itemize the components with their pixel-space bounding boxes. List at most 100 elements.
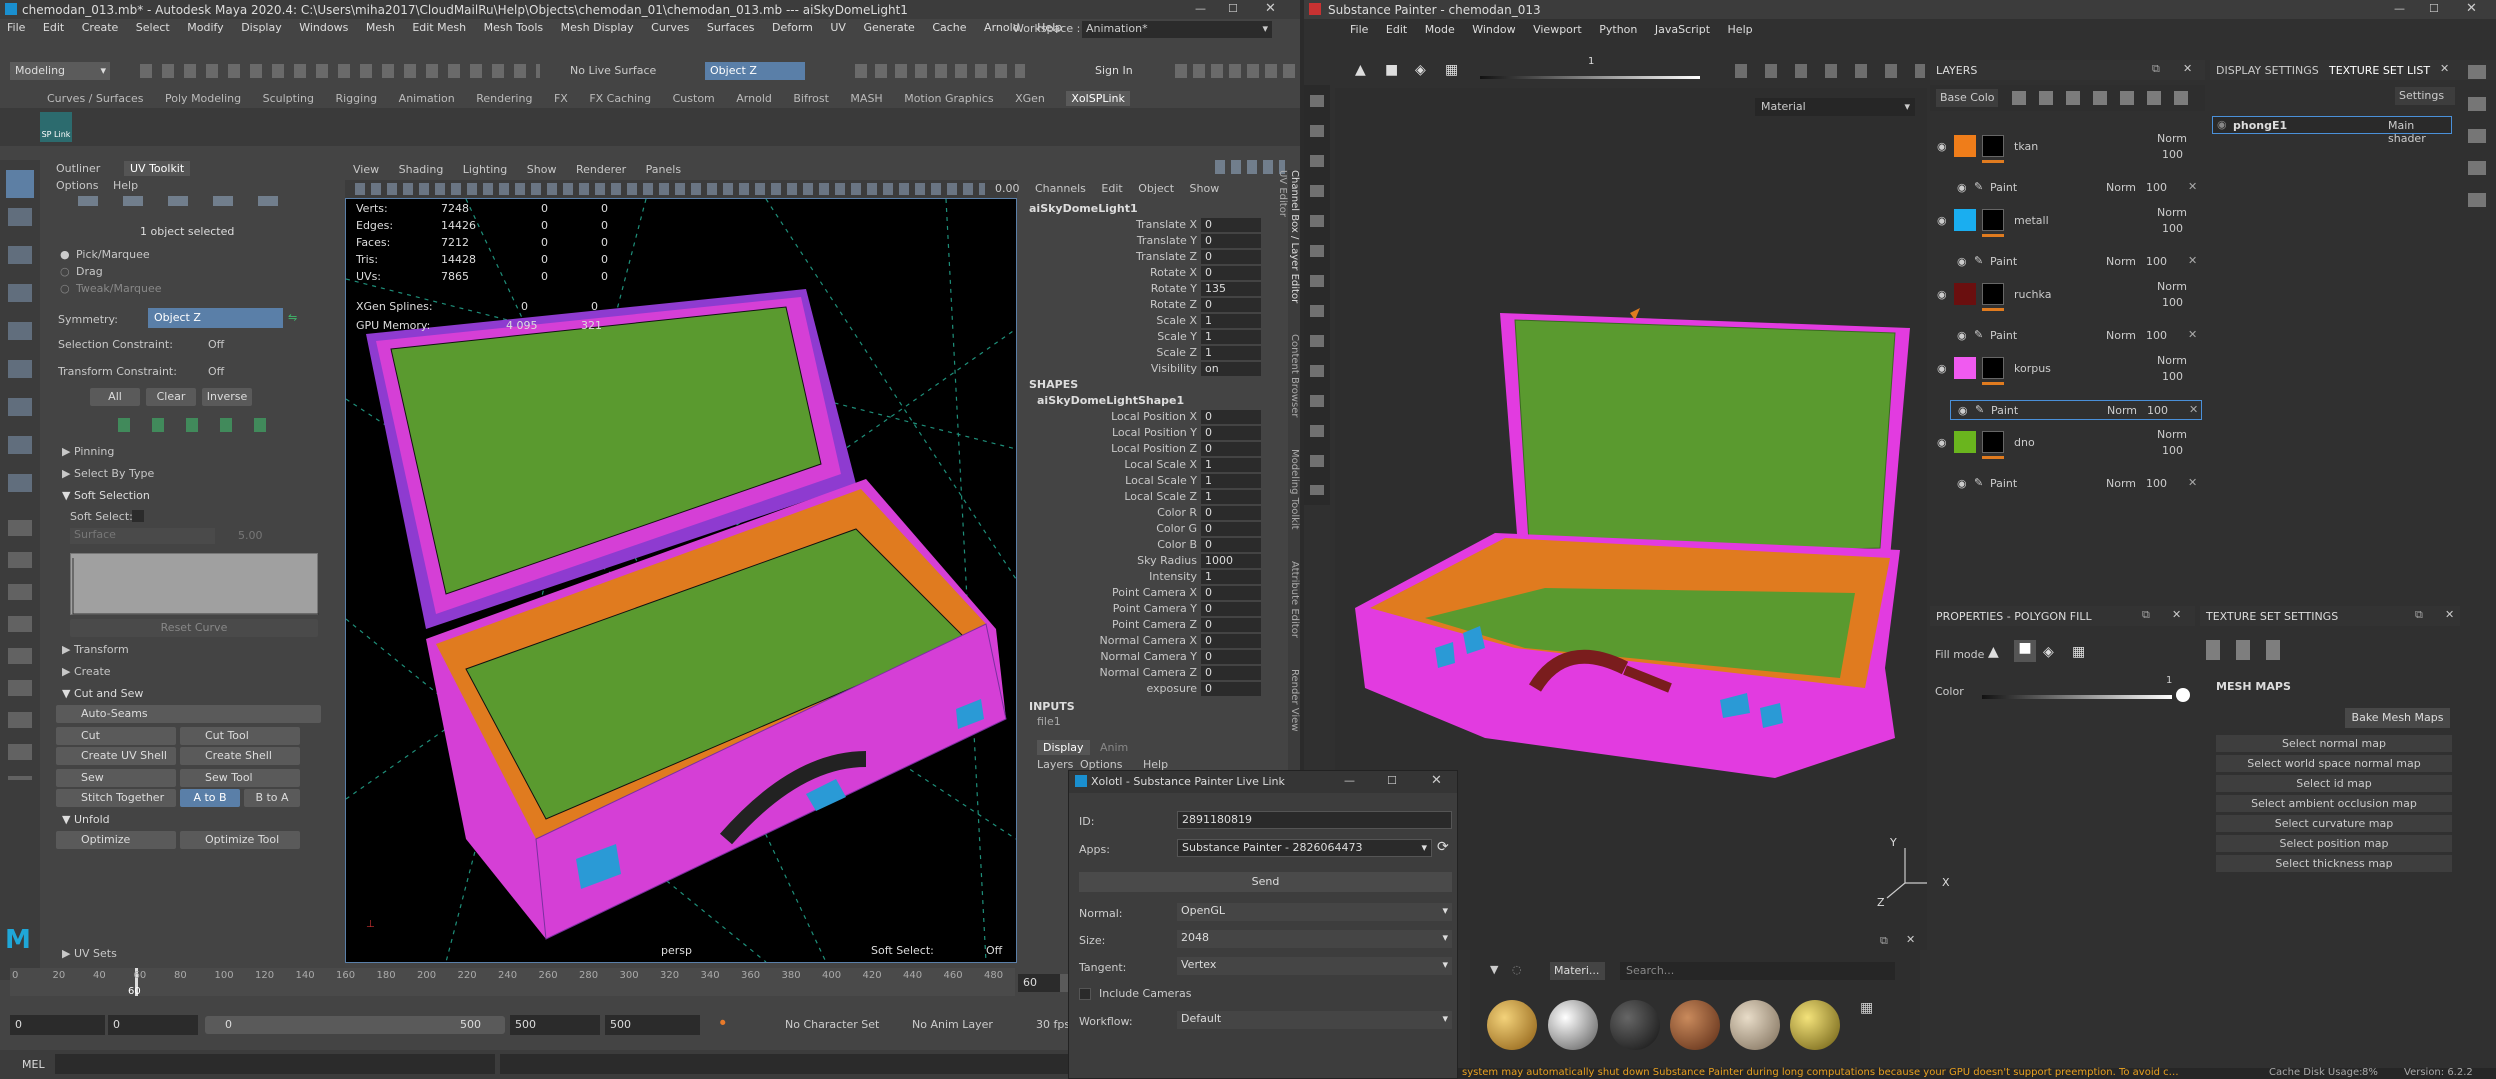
shelf-tab-fx[interactable]: FX (554, 92, 568, 105)
layer-opacity[interactable]: 100 (2162, 148, 2183, 161)
map-button[interactable]: Select normal map (2216, 735, 2452, 752)
channel-value[interactable]: 0 (1201, 426, 1261, 440)
menu-surfaces[interactable]: Surfaces (707, 21, 755, 34)
shelf-tab-sculpting[interactable]: Sculpting (263, 92, 314, 105)
sublayer-eye-icon[interactable]: ◉ (1958, 404, 1968, 417)
xolotl-maximize-icon[interactable]: ☐ (1387, 774, 1397, 787)
sew-tool-button[interactable]: Sew Tool (180, 769, 300, 787)
channel-menu-show[interactable]: Show (1190, 182, 1220, 195)
b-to-a-button[interactable]: B to A (244, 789, 300, 807)
shelf-filter-icon[interactable]: ▼ (1490, 963, 1498, 976)
pinning-section[interactable]: ▶ Pinning (62, 445, 114, 458)
shape-name[interactable]: aiSkyDomeLightShape1 (1037, 394, 1184, 407)
drag-radio[interactable]: ○ (60, 265, 70, 278)
stitch-together-button[interactable]: Stitch Together (56, 789, 176, 807)
channel-value[interactable]: 1 (1201, 330, 1261, 344)
menu-mesh-tools[interactable]: Mesh Tools (484, 21, 544, 34)
tab-texture-set-list[interactable]: TEXTURE SET LIST (2329, 64, 2430, 77)
transform-constraint-value[interactable]: Off (208, 365, 224, 378)
menu-generate[interactable]: Generate (863, 21, 914, 34)
material-gold-thumb[interactable] (1487, 1000, 1537, 1050)
channel-row[interactable]: Normal Camera X0 (1025, 634, 1285, 650)
material-silver-thumb[interactable] (1548, 1000, 1598, 1050)
maya-viewport[interactable]: Verts: 7248 0 0 Edges: 14426 0 0 Faces: 7212 0 0 … (345, 198, 1017, 963)
square-icon[interactable]: ■ (1385, 62, 1398, 78)
channel-row[interactable]: Scale Y 1 (1025, 330, 1285, 346)
channel-value[interactable]: 1 (1201, 346, 1261, 360)
soft-selection-section[interactable]: ▼ Soft Selection (62, 489, 150, 502)
dock-icons[interactable] (2468, 65, 2486, 215)
menu-display[interactable]: Display (241, 21, 282, 34)
channel-value[interactable]: 0 (1201, 506, 1261, 520)
channel-row[interactable]: Local Position X 0 (1025, 410, 1285, 426)
channel-row[interactable]: Rotate X 0 (1025, 266, 1285, 282)
menu-select[interactable]: Select (136, 21, 170, 34)
tangent-select[interactable]: Vertex ▾ (1177, 957, 1452, 975)
sublayer-eye-icon[interactable]: ◉ (1957, 329, 1967, 342)
channel-value[interactable]: 0 (1201, 634, 1261, 648)
close-icon[interactable]: ✕ (1265, 1, 1276, 16)
a-to-b-button[interactable]: A to B (180, 789, 240, 807)
size-select[interactable]: 2048 ▾ (1177, 930, 1452, 948)
side-tab-render-view[interactable]: Render View (1289, 669, 1300, 732)
layer-name[interactable]: tkan (2014, 140, 2038, 153)
sp-tool-icons[interactable] (1310, 95, 1324, 495)
material-black-thumb[interactable] (1610, 1000, 1660, 1050)
create-section[interactable]: ▶ Create (62, 665, 111, 678)
material-cream-thumb[interactable] (1730, 1000, 1780, 1050)
channel-row[interactable]: Translate Y 0 (1025, 234, 1285, 250)
shelf-tab-rigging[interactable]: Rigging (335, 92, 377, 105)
channel-row[interactable]: Rotate Y 135 (1025, 282, 1285, 298)
vp-menu-lighting[interactable]: Lighting (463, 163, 507, 176)
channel-row[interactable]: Normal Camera Y 0 (1025, 650, 1285, 666)
side-tab-content-browser[interactable]: Content Browser (1289, 334, 1300, 417)
shelf-tab-poly[interactable]: Poly Modeling (165, 92, 241, 105)
map-button[interactable]: Select curvature map (2216, 815, 2452, 832)
sign-in-button[interactable]: Sign In (1095, 64, 1133, 77)
panel-toolbar-icons[interactable] (355, 183, 985, 195)
menu-edit-mesh[interactable]: Edit Mesh (412, 21, 466, 34)
menu-deform[interactable]: Deform (772, 21, 813, 34)
layer-eye-icon[interactable]: ◉ (1937, 214, 1947, 227)
sublayer-opacity[interactable]: 100 (2146, 181, 2167, 194)
transform-section[interactable]: ▶ Transform (62, 643, 129, 656)
tss-float-icon[interactable]: ⧉ (2415, 608, 2423, 622)
select-inverse-button[interactable]: Inverse (202, 388, 252, 406)
menu-create[interactable]: Create (82, 21, 119, 34)
channel-value[interactable]: 0 (1201, 602, 1261, 616)
texture-set-row[interactable]: ◉ phongE1 Main shader (2212, 116, 2452, 145)
channel-row[interactable]: Point Camera Y 0 (1025, 602, 1285, 618)
xolotl-close-icon[interactable]: ✕ (1431, 773, 1442, 788)
minimize-icon[interactable]: — (1195, 2, 1206, 15)
map-button[interactable]: Select position map (2216, 835, 2452, 852)
sp-menu-javascript[interactable]: JavaScript (1655, 23, 1710, 36)
sublayer-delete-icon[interactable]: ✕ (2189, 403, 2198, 416)
unfold-section[interactable]: ▼ Unfold (62, 813, 110, 826)
sublayer-eye-icon[interactable]: ◉ (1957, 255, 1967, 268)
layer-opacity[interactable]: 100 (2162, 296, 2183, 309)
channel-box-icons[interactable] (1215, 160, 1285, 174)
channel-row[interactable]: Scale Z 1 (1025, 346, 1285, 362)
brush-icon[interactable]: ▲ (1355, 62, 1366, 78)
paint-sublayer[interactable]: ◉ ✎ Paint Norm 100 ✕ (1950, 252, 2202, 272)
sublayer-blend[interactable]: Norm (2107, 404, 2137, 417)
normal-select[interactable]: OpenGL ▾ (1177, 903, 1452, 921)
paint-sublayer[interactable]: ◉ ✎ Paint Norm 100 ✕ (1950, 326, 2202, 346)
create-shell-grid-button[interactable]: Create Shell (Grid) (180, 747, 300, 780)
channel-value[interactable]: 0 (1201, 522, 1261, 536)
channel-row[interactable]: Translate Z 0 (1025, 250, 1285, 266)
fill-square-icon[interactable]: ■ (2014, 640, 2036, 662)
channel-row[interactable]: Normal Camera Z0 (1025, 666, 1285, 682)
current-frame-field[interactable]: 60 (1018, 974, 1063, 992)
layer-opacity[interactable]: 100 (2162, 222, 2183, 235)
fill-mesh-icon[interactable]: ◈ (2043, 644, 2054, 660)
properties-close-icon[interactable]: ✕ (2172, 608, 2181, 621)
sublayer-blend[interactable]: Norm (2106, 255, 2136, 268)
cut-button[interactable]: Cut (56, 727, 176, 745)
vp-menu-show[interactable]: Show (527, 163, 557, 176)
channel-value[interactable]: 1000 (1201, 554, 1261, 568)
paint-sublayer[interactable]: ◉ ✎ Paint Norm 100 ✕ (1950, 400, 2202, 420)
vp-menu-renderer[interactable]: Renderer (576, 163, 626, 176)
cube-icon[interactable]: ◈ (1415, 62, 1426, 78)
shelf-tab-rendering[interactable]: Rendering (476, 92, 532, 105)
